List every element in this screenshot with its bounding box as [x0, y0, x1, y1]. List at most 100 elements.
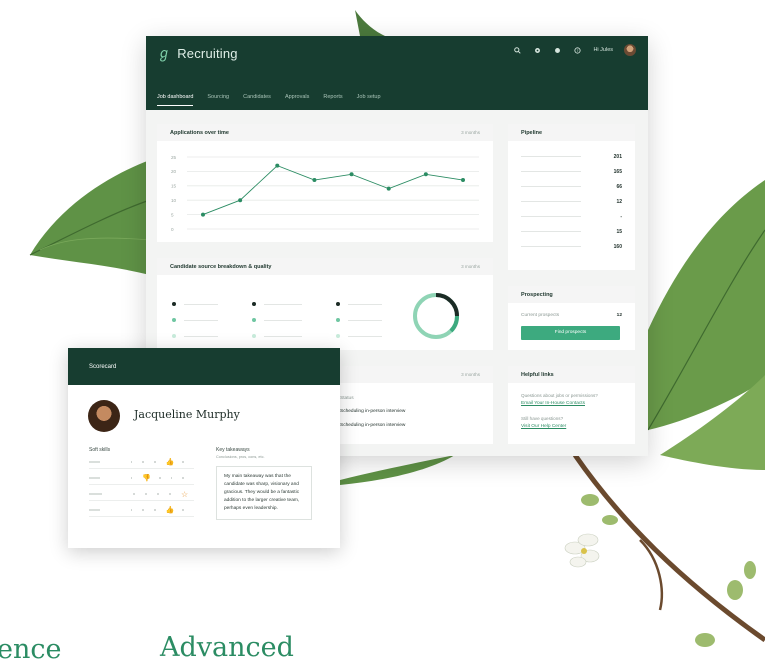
pipeline-card: Pipeline 201 165 66 12 - 15 160 [508, 124, 635, 270]
tab-candidates[interactable]: Candidates [243, 94, 271, 106]
current-prospects-label: Current prospects [521, 313, 560, 318]
skill-row: ☆ [89, 488, 194, 501]
logo-icon: ℊ [157, 46, 172, 62]
user-greeting[interactable]: Hi Jules [593, 47, 613, 53]
key-takeaways-hint: Conclusions, pros, cons, etc. [216, 455, 265, 459]
data-point[interactable] [238, 198, 243, 203]
app-header: ℊ Recruiting ? Hi Jules Job dashboard So… [146, 36, 648, 110]
pipeline-row[interactable]: 201 [508, 149, 635, 164]
applications-chart: 25 20 15 10 5 0 [171, 155, 479, 232]
svg-text:?: ? [577, 48, 579, 52]
bottom-heading-right: Advanced [160, 632, 294, 663]
app-title: Recruiting [177, 45, 238, 61]
prospecting-card: Prospecting Current prospects 12 Find pr… [508, 286, 635, 350]
tab-sourcing[interactable]: Sourcing [207, 94, 229, 106]
pipeline-value: - [620, 213, 622, 220]
email-contacts-link[interactable]: Email Your In-House Contacts [521, 401, 585, 406]
series-line [202, 165, 464, 216]
tab-job-setup[interactable]: Job setup [357, 94, 381, 106]
helpful-question-1: Questions about jobs or permissions? [521, 393, 598, 398]
pipeline-row[interactable]: 12 [508, 194, 635, 209]
row-status: Scheduling in-person interview [340, 409, 406, 414]
pipeline-row[interactable]: - [508, 209, 635, 224]
tab-reports[interactable]: Reports [323, 94, 342, 106]
legend-dot [172, 302, 176, 306]
data-point[interactable] [349, 172, 354, 177]
thumbs-down-icon[interactable]: 👎 [142, 474, 151, 482]
data-point[interactable] [201, 212, 205, 217]
y-tick-label: 0 [171, 227, 174, 232]
y-tick-label: 10 [171, 198, 177, 203]
source-breakdown-card: Candidate source breakdown & quality 3 m… [157, 258, 493, 350]
legend-dot [252, 334, 256, 338]
star-icon[interactable]: ☆ [181, 490, 188, 499]
legend-column [336, 296, 382, 344]
search-icon[interactable] [513, 46, 522, 55]
candidate-name: Jacqueline Murphy [134, 408, 240, 421]
helpful-title: Helpful links [521, 371, 554, 378]
help-center-link[interactable]: Visit Our Help Center [521, 424, 566, 429]
applications-range[interactable]: 3 months [461, 130, 480, 135]
soft-skills-title: Soft skills [89, 447, 111, 453]
y-tick-label: 5 [171, 212, 174, 217]
current-prospects-value: 12 [616, 313, 622, 318]
skill-row: 👍 [89, 456, 194, 469]
pipeline-value: 66 [616, 183, 622, 190]
candidate-avatar [88, 400, 120, 432]
prospecting-title: Prospecting [521, 291, 553, 298]
data-point[interactable] [312, 178, 317, 183]
user-avatar[interactable] [624, 44, 636, 56]
pipeline-row[interactable]: 66 [508, 179, 635, 194]
data-point[interactable] [423, 172, 428, 177]
helpful-question-2: Still have questions? [521, 416, 564, 421]
legend-dot [252, 318, 256, 322]
help-icon[interactable]: ? [573, 46, 582, 55]
row-status: Scheduling in-person interview [340, 423, 406, 428]
legend-dot [252, 302, 256, 306]
key-takeaways-title: Key takeaways [216, 447, 250, 453]
scorecard-header: Scorecard [68, 348, 340, 385]
pipeline-value: 165 [613, 168, 622, 175]
thumbs-up-icon[interactable]: 👍 [166, 506, 175, 514]
pipeline-value: 201 [613, 153, 622, 160]
tab-approvals[interactable]: Approvals [285, 94, 309, 106]
source-legend [172, 296, 402, 344]
pipeline-row[interactable]: 15 [508, 224, 635, 239]
tab-job-dashboard[interactable]: Job dashboard [157, 94, 194, 106]
interviews-range[interactable]: 3 months [461, 372, 480, 377]
settings-icon[interactable] [533, 46, 542, 55]
notifications-icon[interactable] [553, 46, 562, 55]
pipeline-value: 160 [613, 243, 622, 250]
skill-row: 👍 [89, 504, 194, 517]
y-tick-label: 25 [171, 155, 177, 160]
legend-dot [336, 318, 340, 322]
data-point[interactable] [275, 163, 280, 168]
legend-dot [336, 334, 340, 338]
data-point[interactable] [386, 186, 391, 191]
key-takeaways-text[interactable]: My main takeaway was that the candidate … [216, 466, 312, 520]
legend-column [252, 296, 302, 344]
app-logo[interactable]: ℊ Recruiting [157, 43, 238, 63]
source-title: Candidate source breakdown & quality [170, 263, 272, 270]
applications-card: Applications over time 3 months 25 20 15 10… [157, 124, 493, 242]
source-range[interactable]: 3 months [461, 264, 480, 269]
scorecard-panel: Scorecard Jacqueline Murphy Soft skills … [68, 348, 340, 548]
find-prospects-button[interactable]: Find prospects [521, 326, 620, 340]
pipeline-row[interactable]: 160 [508, 239, 635, 254]
pipeline-value: 15 [616, 228, 622, 235]
legend-dot [172, 334, 176, 338]
skill-row: 👎 [89, 472, 194, 485]
y-tick-label: 15 [171, 184, 177, 189]
data-point[interactable] [461, 178, 465, 183]
scorecard-title: Scorecard [89, 363, 117, 370]
pipeline-row[interactable]: 165 [508, 164, 635, 179]
pipeline-title: Pipeline [521, 129, 543, 136]
y-tick-label: 20 [171, 169, 177, 174]
applications-title: Applications over time [170, 129, 229, 136]
nav-tabs: Job dashboard Sourcing Candidates Approv… [157, 94, 381, 106]
table-row[interactable]: York Scheduling in-person interview [282, 409, 406, 414]
thumbs-up-icon[interactable]: 👍 [166, 458, 175, 466]
table-row[interactable]: York Scheduling in-person interview [282, 423, 406, 428]
legend-dot [336, 302, 340, 306]
helpful-links-card: Helpful links Questions about jobs or pe… [508, 366, 635, 444]
